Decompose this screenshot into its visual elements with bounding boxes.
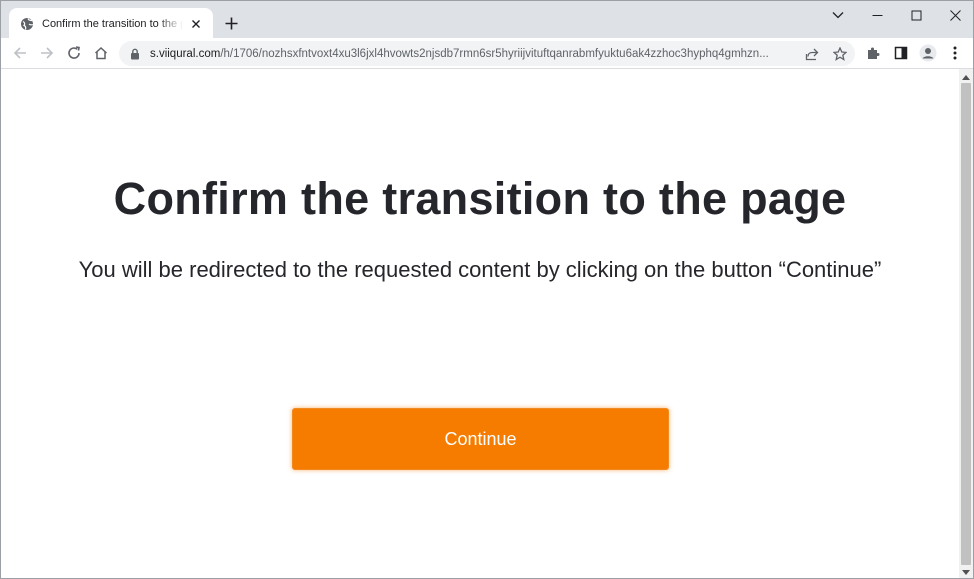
maximize-icon xyxy=(911,10,921,20)
scrollbar-thumb[interactable] xyxy=(961,83,971,565)
url-path: /h/1706/nozhsxfntvoxt4xu3l6jxl4hvowts2nj… xyxy=(220,47,769,60)
star-icon xyxy=(833,47,847,61)
minimize-button[interactable] xyxy=(858,4,896,26)
page-content: Confirm the transition to the page You w… xyxy=(1,69,959,578)
page-heading: Confirm the transition to the page xyxy=(113,173,847,224)
close-window-button[interactable] xyxy=(936,4,973,26)
reload-icon xyxy=(68,46,80,59)
redirect-message: You will be redirected to the requested … xyxy=(78,257,882,282)
page-scrollbar[interactable] xyxy=(959,69,973,578)
profile-icon xyxy=(919,44,937,62)
extensions-button[interactable] xyxy=(862,42,884,64)
browser-menu-button[interactable] xyxy=(944,42,966,64)
home-icon xyxy=(94,46,108,60)
maximize-button[interactable] xyxy=(897,4,935,26)
puzzle-icon xyxy=(868,47,880,59)
chevron-down-icon xyxy=(832,12,844,19)
side-panel-icon xyxy=(894,46,908,60)
lock-icon[interactable] xyxy=(129,47,141,61)
forward-button[interactable] xyxy=(36,42,58,64)
continue-button[interactable]: Continue xyxy=(292,408,669,470)
tab-strip: Confirm the transition to the page xyxy=(1,1,973,39)
scroll-down-arrow-icon[interactable] xyxy=(962,568,970,576)
share-button[interactable] xyxy=(801,43,823,65)
tab-active[interactable]: Confirm the transition to the page xyxy=(9,8,213,39)
new-tab-button[interactable] xyxy=(221,13,241,33)
url-host: s.viiqural.com xyxy=(150,47,221,60)
kebab-menu-icon xyxy=(953,46,957,60)
browser-toolbar: s.viiqural.com/h/1706/nozhsxfntvoxt4xu3l… xyxy=(1,38,973,69)
back-button[interactable] xyxy=(9,42,31,64)
scroll-up-arrow-icon[interactable] xyxy=(962,73,970,81)
bookmark-button[interactable] xyxy=(829,43,851,65)
minimize-icon xyxy=(872,14,882,16)
address-bar[interactable]: s.viiqural.com/h/1706/nozhsxfntvoxt4xu3l… xyxy=(119,41,855,66)
share-icon xyxy=(805,48,819,61)
tab-search-button[interactable] xyxy=(819,4,857,26)
side-panel-button[interactable] xyxy=(890,42,912,64)
arrow-right-icon xyxy=(41,47,54,59)
globe-icon xyxy=(20,17,34,31)
reload-button[interactable] xyxy=(63,42,85,64)
arrow-left-icon xyxy=(13,47,26,59)
tab-title: Confirm the transition to the page xyxy=(42,17,183,30)
close-icon xyxy=(949,9,961,21)
plus-icon xyxy=(225,17,237,29)
tab-close-icon[interactable] xyxy=(187,15,205,33)
home-button[interactable] xyxy=(90,42,112,64)
profile-button[interactable] xyxy=(917,42,939,64)
browser-window: Confirm the transition to the page xyxy=(0,0,974,579)
url-text[interactable]: s.viiqural.com/h/1706/nozhsxfntvoxt4xu3l… xyxy=(150,48,798,60)
